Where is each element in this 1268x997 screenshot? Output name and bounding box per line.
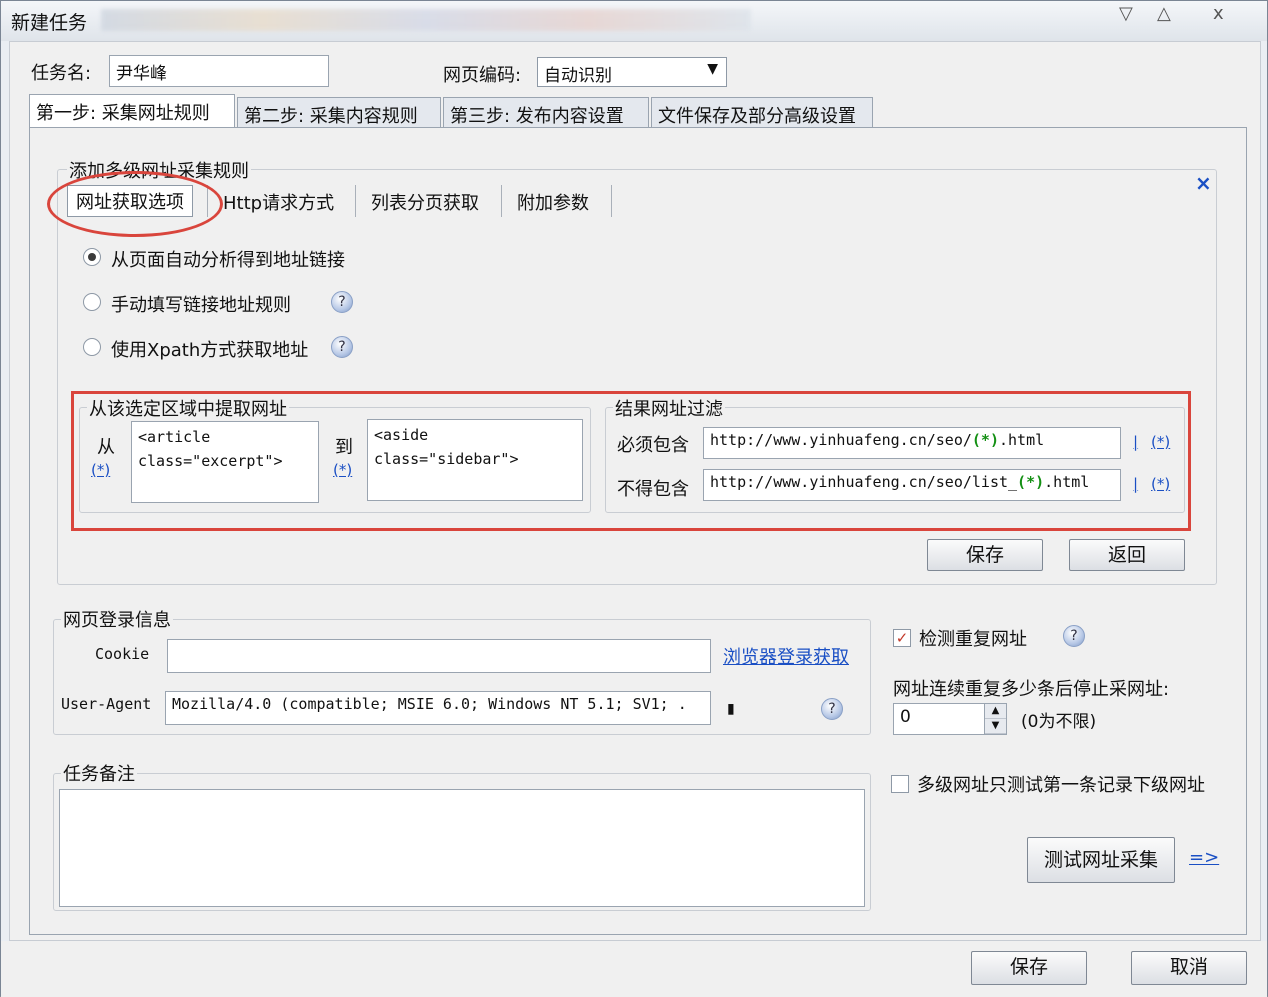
subtab-http-method[interactable]: Http请求方式 [215,187,342,217]
encoding-label: 网页编码: [443,65,522,86]
test-url-collect-button[interactable]: 测试网址采集 [1027,837,1175,883]
cookie-input[interactable] [167,639,711,673]
rule-save-button[interactable]: 保存 [927,539,1043,571]
subtab-divider [611,185,612,217]
test-result-link[interactable]: => [1189,847,1219,868]
new-task-window: 新建任务 ▽ △ ⅹ 任务名: 尹华峰 网页编码: 自动识别 ▼ 第一步: 采集… [0,0,1268,997]
save-button[interactable]: 保存 [971,951,1087,985]
radio-auto-analyze-label: 从页面自动分析得到地址链接 [111,250,345,271]
stop-after-value: 0 [900,707,911,727]
login-title: 网页登录信息 [61,606,173,632]
window-title: 新建任务 [11,12,88,34]
highlight-ellipse [47,171,223,237]
radio-auto-analyze[interactable] [83,248,101,266]
tab-file-settings[interactable]: 文件保存及部分高级设置 [651,97,873,129]
spin-down-icon[interactable]: ▼ [985,719,1006,734]
radio-xpath[interactable] [83,338,101,356]
encoding-select[interactable]: 自动识别 ▼ [537,57,727,87]
subtab-divider [355,185,356,217]
user-agent-label: User-Agent [61,695,152,713]
cookie-label: Cookie [95,645,150,663]
subtab-list-paging[interactable]: 列表分页获取 [363,187,487,217]
dup-check-label: 检测重复网址 [919,629,1027,650]
multilevel-label: 多级网址只测试第一条记录下级网址 [917,775,1205,796]
multilevel-checkbox[interactable] [891,775,909,793]
cancel-button[interactable]: 取消 [1131,951,1247,985]
rule-back-button[interactable]: 返回 [1069,539,1185,571]
dup-check-checkbox[interactable]: ✓ [893,629,911,647]
spin-up-icon[interactable]: ▲ [985,704,1006,719]
stop-after-input[interactable]: 0 ▲ ▼ [893,703,1007,735]
tab-step1[interactable]: 第一步: 采集网址规则 [29,94,235,128]
expand-icon[interactable]: △ [1157,3,1171,24]
title-bar: 新建任务 ▽ △ ⅹ [1,1,1267,41]
help-icon[interactable]: ? [331,336,353,358]
notes-textarea[interactable] [59,789,865,907]
chevron-down-icon: ▼ [707,61,718,77]
blurred-toolbar [101,9,751,31]
task-name-input[interactable]: 尹华峰 [109,55,329,87]
close-rule-icon[interactable]: × [1195,171,1212,195]
radio-manual-rule[interactable] [83,293,101,311]
user-agent-input[interactable]: Mozilla/4.0 (compatible; MSIE 6.0; Windo… [165,691,711,725]
stop-after-label: 网址连续重复多少条后停止采网址: [893,679,1170,700]
notes-title: 任务备注 [61,760,137,786]
highlight-rectangle [71,391,1191,531]
radio-xpath-label: 使用Xpath方式获取地址 [111,340,309,361]
number-spinner[interactable]: ▲ ▼ [984,704,1006,734]
collapse-icon[interactable]: ▽ [1119,3,1133,24]
ua-picker-icon[interactable]: ▮ [727,701,735,717]
help-icon[interactable]: ? [1063,625,1085,647]
close-icon[interactable]: ⅹ [1213,3,1224,24]
help-icon[interactable]: ? [331,291,353,313]
browser-login-link[interactable]: 浏览器登录获取 [723,643,849,669]
task-name-label: 任务名: [31,63,92,84]
tab-step2[interactable]: 第二步: 采集内容规则 [237,97,441,129]
subtab-extra-params[interactable]: 附加参数 [509,187,597,217]
stop-hint: (0为不限) [1021,712,1097,732]
radio-manual-rule-label: 手动填写链接地址规则 [111,295,291,316]
subtab-divider [501,185,502,217]
help-icon[interactable]: ? [821,698,843,720]
tab-step3[interactable]: 第三步: 发布内容设置 [443,97,649,129]
encoding-value: 自动识别 [544,66,612,86]
